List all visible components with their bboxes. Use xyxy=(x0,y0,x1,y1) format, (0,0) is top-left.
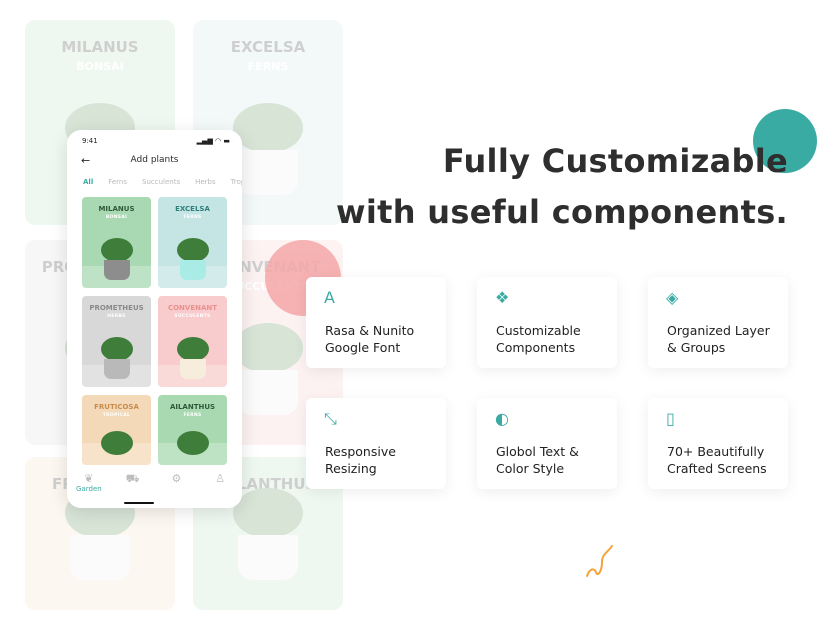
plant-card[interactable]: FRUTICOSA TROPICAL xyxy=(82,395,151,465)
color-drop-icon: ◐ xyxy=(495,409,509,428)
plant-name: MILANUS xyxy=(98,205,135,213)
plant-image xyxy=(233,323,303,373)
tab-succulents[interactable]: Succulents xyxy=(142,178,180,186)
pot-image xyxy=(179,359,206,379)
page-title: Add plants xyxy=(130,155,179,165)
plant-category: FERNS xyxy=(183,413,202,418)
plant-card[interactable]: MILANUS BONSAI xyxy=(82,197,151,288)
tab-herbs[interactable]: Herbs xyxy=(195,178,216,186)
feature-text: Organized Layer & Groups xyxy=(667,323,770,355)
plant-image xyxy=(233,488,303,538)
background-card-name: EXCELSA xyxy=(230,38,306,56)
feature-text: Globol Text & Color Style xyxy=(496,444,579,476)
plant-category: HERBS xyxy=(107,314,126,319)
nav-settings[interactable]: ⚙ xyxy=(161,472,191,508)
feature-card: ❖ Customizable Components xyxy=(477,277,617,368)
feature-text: Rasa & Nunito Google Font xyxy=(325,323,415,355)
resize-icon: ⤡ xyxy=(324,409,337,428)
pot-image xyxy=(103,260,130,280)
feature-card: ◈ Organized Layer & Groups xyxy=(648,277,788,368)
status-bar: 9:41 ▂▄▆ ◠ ▬ xyxy=(82,137,230,145)
nav-profile[interactable]: ♙ xyxy=(205,472,235,508)
headline-line1: Fully Customizable xyxy=(442,142,788,180)
pot-image xyxy=(179,260,206,280)
plant-image xyxy=(100,238,133,262)
plant-image xyxy=(176,238,209,262)
background-card-name: MILANUS xyxy=(61,38,139,56)
pot-image xyxy=(70,535,130,580)
tab-all[interactable]: All xyxy=(83,178,93,186)
feature-text: 70+ Beautifully Crafted Screens xyxy=(667,444,767,476)
app-header: Add plants ← xyxy=(81,154,228,169)
nav-garden-label: Garden xyxy=(76,485,102,493)
home-indicator xyxy=(124,502,154,504)
pot-image xyxy=(238,150,298,195)
plant-card[interactable]: CONVENANT SUCCULENTS xyxy=(158,296,227,387)
plant-name: EXCELSA xyxy=(175,205,210,213)
category-tabs: All Ferns Succulents Herbs Tropical xyxy=(83,178,242,186)
font-icon: A xyxy=(324,288,335,307)
plant-image xyxy=(176,431,209,455)
plant-name: AILANTHUS xyxy=(169,403,216,411)
plant-name: FRUTICOSA xyxy=(94,403,139,411)
background-card-category: BONSAI xyxy=(76,60,124,73)
plant-card[interactable]: PROMETHEUS HERBS xyxy=(82,296,151,387)
gear-icon: ⚙ xyxy=(171,472,182,485)
plant-category: FERNS xyxy=(183,215,202,220)
components-icon: ❖ xyxy=(495,288,510,307)
feature-text: Responsive Resizing xyxy=(325,444,396,476)
background-card-category: FERNS xyxy=(247,60,289,73)
feature-card: A Rasa & Nunito Google Font xyxy=(306,277,446,368)
plant-category: BONSAI xyxy=(105,215,128,220)
plant-category: TROPICAL xyxy=(102,413,131,418)
plant-card[interactable]: AILANTHUS FERNS xyxy=(158,395,227,465)
plant-name: PROMETHEUS xyxy=(89,304,144,312)
bottom-nav: ❦ Garden ⛟ ⚙ ♙ xyxy=(67,465,242,508)
phone-mockup: 9:41 ▂▄▆ ◠ ▬ Add plants ← All Ferns Succul… xyxy=(67,130,242,508)
orange-squiggle xyxy=(586,545,613,577)
plant-image xyxy=(100,431,133,455)
feature-text: Customizable Components xyxy=(496,323,581,355)
status-icons: ▂▄▆ ◠ ▬ xyxy=(196,137,230,145)
leaf-icon: ❦ xyxy=(84,472,94,485)
feature-card: ⤡ Responsive Resizing xyxy=(306,398,446,489)
status-time: 9:41 xyxy=(82,137,98,145)
pot-image xyxy=(103,359,130,379)
user-icon: ♙ xyxy=(215,472,226,485)
pot-image xyxy=(238,370,298,415)
nav-garden[interactable]: ❦ Garden xyxy=(74,472,104,508)
plant-name: CONVENANT xyxy=(167,304,218,312)
plant-category: SUCCULENTS xyxy=(174,314,211,319)
mobile-icon: ▯ xyxy=(666,409,675,428)
headline-line2: with useful components. xyxy=(336,193,788,231)
feature-card: ◐ Globol Text & Color Style xyxy=(477,398,617,489)
pot-image xyxy=(238,535,298,580)
plant-image xyxy=(233,103,303,153)
layers-icon: ◈ xyxy=(666,288,679,307)
plant-image xyxy=(176,337,209,361)
tab-tropical[interactable]: Tropical xyxy=(231,178,242,186)
cart-icon: ⛟ xyxy=(125,472,140,485)
plant-image xyxy=(100,337,133,361)
arrow-left-icon[interactable]: ← xyxy=(81,154,90,167)
tab-ferns[interactable]: Ferns xyxy=(108,178,127,186)
feature-card: ▯ 70+ Beautifully Crafted Screens xyxy=(648,398,788,489)
plant-card[interactable]: EXCELSA FERNS xyxy=(158,197,227,288)
